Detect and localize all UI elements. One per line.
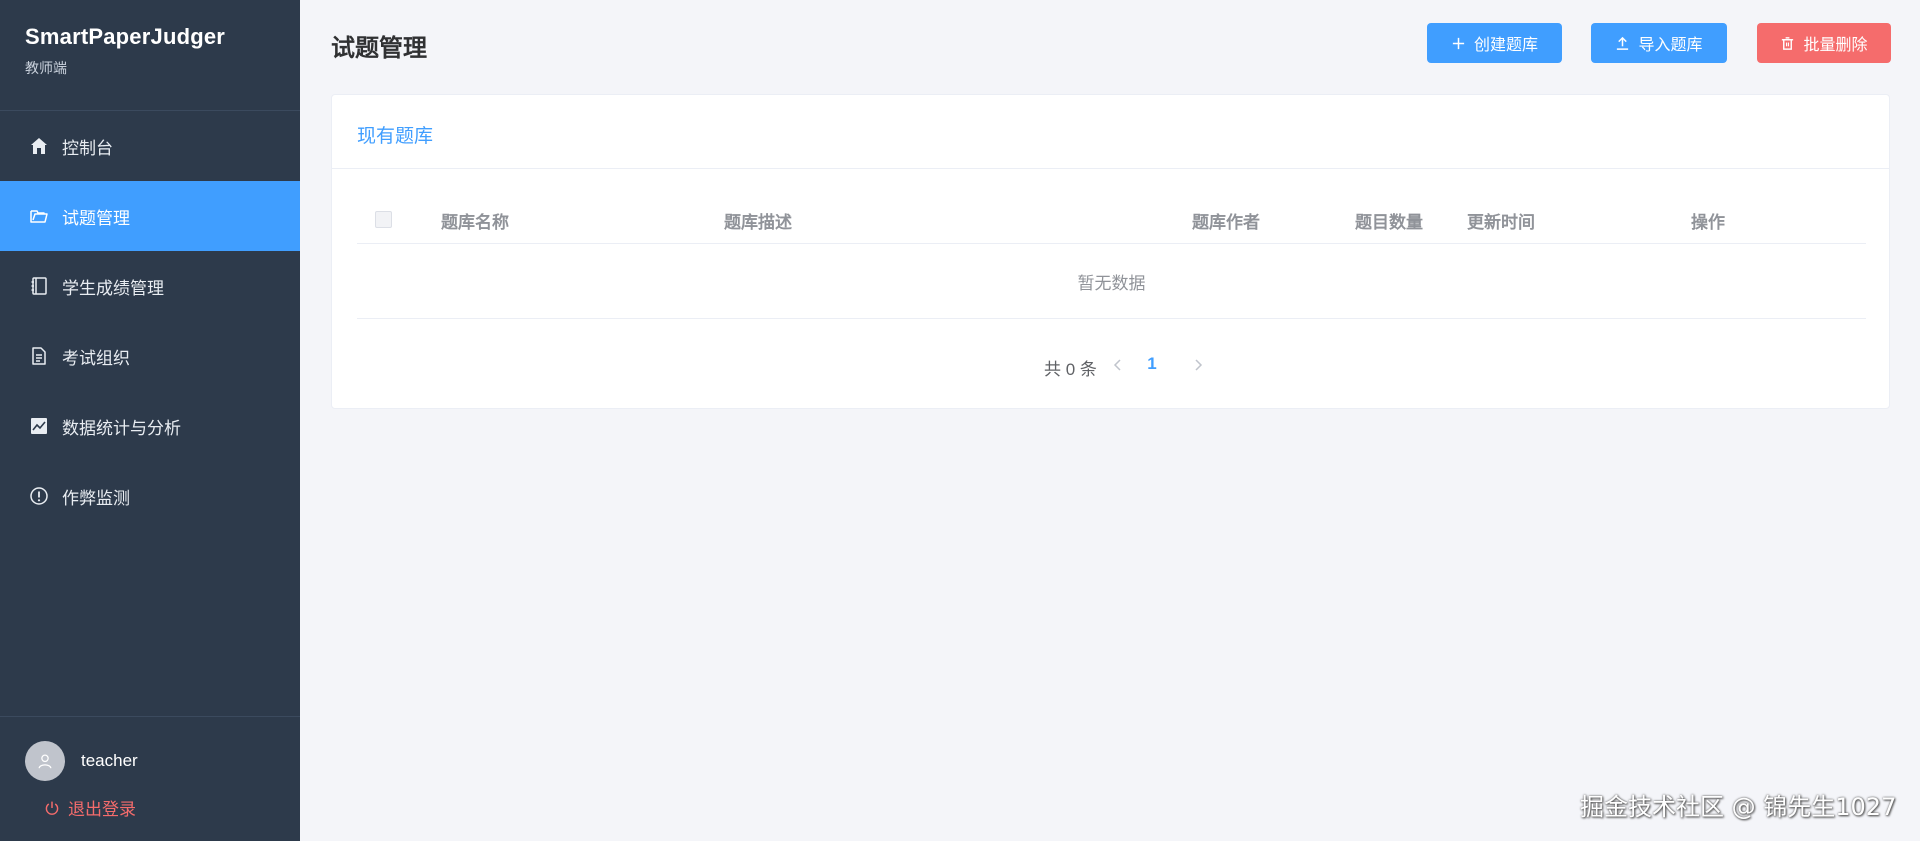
pagination-total: 共 0 条: [1044, 360, 1097, 379]
power-icon: [45, 801, 59, 815]
sidebar-item-exam-organization[interactable]: 考试组织: [0, 321, 300, 391]
sidebar-item-label: 数据统计与分析: [62, 418, 181, 438]
upload-icon: [1617, 36, 1629, 50]
question-bank-card: 现有题库 题库名称 题库描述 题库作者 题目数量 更新时间 操作 暂无数据 共 …: [331, 94, 1890, 409]
sidebar-item-cheating-detection[interactable]: 作弊监测: [0, 461, 300, 531]
pagination: 共 0 条 1: [332, 351, 1891, 381]
sidebar-item-label: 学生成绩管理: [62, 278, 164, 298]
brand: SmartPaperJudger 教师端: [0, 0, 300, 111]
column-header-updated-time: 更新时间: [1467, 213, 1535, 232]
card-title: 现有题库: [332, 95, 1889, 169]
user-icon: [38, 754, 52, 769]
column-header-author: 题库作者: [1192, 213, 1260, 232]
column-header-name: 题库名称: [441, 213, 509, 232]
avatar[interactable]: [25, 741, 65, 781]
sidebar-item-student-grades[interactable]: 学生成绩管理: [0, 251, 300, 321]
column-header-description: 题库描述: [724, 213, 792, 232]
import-bank-button[interactable]: 导入题库: [1591, 23, 1727, 63]
logout-button[interactable]: 退出登录: [44, 795, 300, 820]
create-bank-button[interactable]: 创建题库: [1427, 23, 1562, 63]
logout-label: 退出登录: [68, 800, 136, 819]
warning-circle-icon: [28, 485, 50, 507]
chevron-right-icon: [1195, 359, 1203, 371]
empty-text: 暂无数据: [1077, 273, 1146, 293]
page-title: 试题管理: [331, 35, 427, 62]
plus-icon: [1452, 37, 1465, 49]
select-all-checkbox[interactable]: [375, 211, 392, 228]
watermark: 掘金技术社区 @ 锦先生1027: [1580, 793, 1897, 821]
batch-delete-label: 批量删除: [1803, 37, 1868, 54]
document-icon: [28, 345, 50, 367]
sidebar-menu: 控制台 试题管理 学生成绩管理 考试组织 数据统计与分析 作弊监测: [0, 111, 300, 531]
brand-title: SmartPaperJudger: [25, 24, 226, 49]
sidebar-item-label: 控制台: [62, 138, 113, 158]
sidebar-footer: teacher 退出登录: [0, 716, 300, 841]
chart-icon: [28, 415, 50, 437]
batch-delete-button[interactable]: 批量删除: [1757, 23, 1891, 63]
sidebar-item-data-analysis[interactable]: 数据统计与分析: [0, 391, 300, 461]
user-info: teacher: [0, 717, 300, 781]
main-content: 试题管理 创建题库 导入题库 批量删除 现有题库 题库名称 题库描述 题库作者 …: [300, 0, 1920, 841]
sidebar-item-label: 试题管理: [62, 208, 130, 228]
notebook-icon: [28, 275, 50, 297]
pagination-next-button[interactable]: [1188, 355, 1208, 375]
create-bank-label: 创建题库: [1473, 37, 1538, 54]
username: teacher: [81, 751, 138, 770]
column-header-actions: 操作: [1691, 213, 1725, 232]
sidebar-item-question-management[interactable]: 试题管理: [0, 181, 300, 251]
column-header-question-count: 题目数量: [1355, 213, 1423, 232]
chevron-left-icon: [1113, 359, 1121, 371]
table-header: 题库名称 题库描述 题库作者 题目数量 更新时间 操作: [357, 194, 1866, 244]
import-bank-label: 导入题库: [1638, 37, 1703, 54]
pagination-prev-button[interactable]: [1108, 355, 1128, 375]
brand-subtitle: 教师端: [25, 60, 67, 76]
sidebar-item-label: 作弊监测: [62, 488, 130, 508]
trash-icon: [1782, 36, 1794, 50]
folder-open-icon: [28, 205, 50, 227]
table-empty-row: 暂无数据: [357, 244, 1866, 319]
pagination-page-1[interactable]: 1: [1142, 354, 1162, 374]
home-icon: [28, 135, 50, 157]
sidebar-item-label: 考试组织: [62, 348, 130, 368]
sidebar-item-dashboard[interactable]: 控制台: [0, 111, 300, 181]
sidebar: SmartPaperJudger 教师端 控制台 试题管理 学生成绩管理 考试组…: [0, 0, 300, 841]
question-bank-table: 题库名称 题库描述 题库作者 题目数量 更新时间 操作 暂无数据: [357, 194, 1866, 319]
